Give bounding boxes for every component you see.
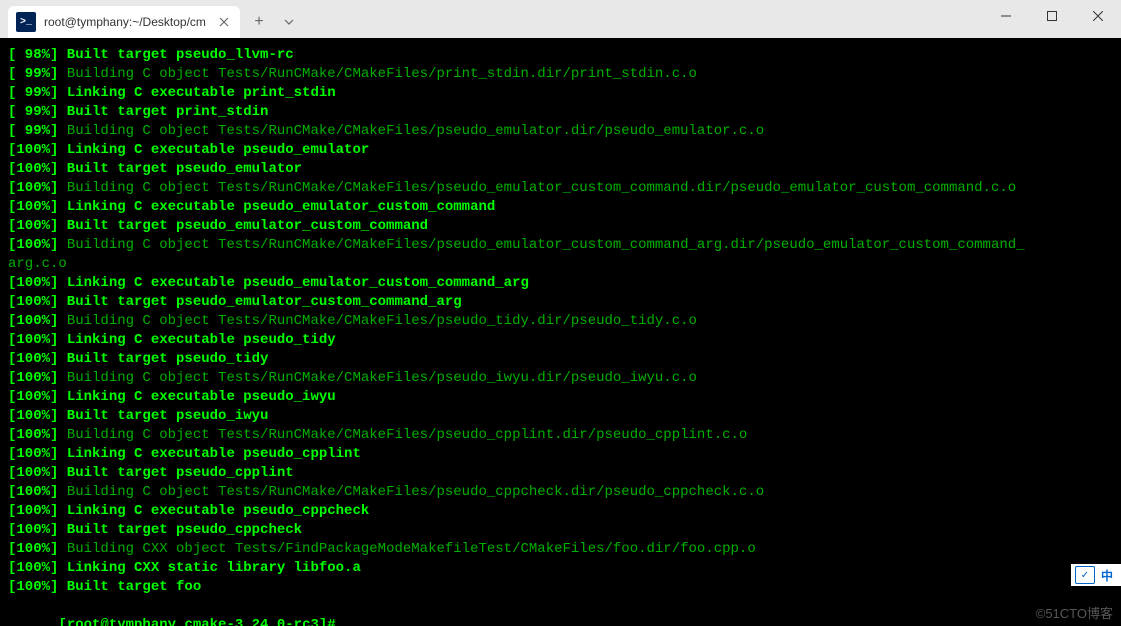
terminal-line: [ 99%] Linking C executable print_stdin bbox=[8, 84, 1113, 103]
minimize-button[interactable] bbox=[983, 0, 1029, 32]
terminal-line: [100%] Built target pseudo_cpplint bbox=[8, 464, 1113, 483]
terminal-line: [100%] Built target pseudo_emulator_cust… bbox=[8, 293, 1113, 312]
terminal-output: [ 98%] Built target pseudo_llvm-rc[ 99%]… bbox=[8, 46, 1113, 597]
terminal-line: [100%] Building C object Tests/RunCMake/… bbox=[8, 483, 1113, 502]
close-tab-button[interactable] bbox=[216, 14, 232, 30]
terminal-line: [100%] Built target pseudo_emulator_cust… bbox=[8, 217, 1113, 236]
terminal-line: [100%] Linking C executable pseudo_emula… bbox=[8, 141, 1113, 160]
terminal-line: [100%] Built target pseudo_iwyu bbox=[8, 407, 1113, 426]
prompt-path: cmake-3.24.0-rc3 bbox=[176, 617, 319, 626]
terminal-line: arg.c.o bbox=[8, 255, 1113, 274]
prompt-line: [root@tymphany cmake-3.24.0-rc3]# bbox=[8, 597, 1113, 626]
terminal-line: [100%] Built target pseudo_emulator bbox=[8, 160, 1113, 179]
ime-char-indicator: 中 bbox=[1097, 566, 1117, 584]
new-tab-button[interactable]: + bbox=[244, 6, 274, 38]
terminal-line: [100%] Linking C executable pseudo_iwyu bbox=[8, 388, 1113, 407]
terminal-line: [100%] Building C object Tests/RunCMake/… bbox=[8, 312, 1113, 331]
terminal-line: [100%] Building C object Tests/RunCMake/… bbox=[8, 179, 1113, 198]
terminal-window: >_ root@tymphany:~/Desktop/cm + [ 98%] B… bbox=[0, 0, 1121, 626]
terminal-line: [100%] Building C object Tests/RunCMake/… bbox=[8, 236, 1113, 255]
terminal-line: [100%] Building CXX object Tests/FindPac… bbox=[8, 540, 1113, 559]
terminal-line: [100%] Linking C executable pseudo_cppli… bbox=[8, 445, 1113, 464]
prompt-user-host: [root@tymphany bbox=[58, 617, 176, 626]
terminal-line: [100%] Linking C executable pseudo_emula… bbox=[8, 274, 1113, 293]
watermark: ©51CTO博客 bbox=[1036, 603, 1113, 622]
terminal-line: [100%] Building C object Tests/RunCMake/… bbox=[8, 426, 1113, 445]
terminal-line: [100%] Built target pseudo_cppcheck bbox=[8, 521, 1113, 540]
tab-title: root@tymphany:~/Desktop/cm bbox=[44, 15, 208, 29]
close-window-button[interactable] bbox=[1075, 0, 1121, 32]
title-bar: >_ root@tymphany:~/Desktop/cm + bbox=[0, 0, 1121, 38]
tab-active[interactable]: >_ root@tymphany:~/Desktop/cm bbox=[8, 6, 240, 38]
terminal-line: [100%] Built target pseudo_tidy bbox=[8, 350, 1113, 369]
terminal-line: [100%] Built target foo bbox=[8, 578, 1113, 597]
powershell-icon: >_ bbox=[16, 12, 36, 32]
prompt-end: ]# bbox=[319, 617, 336, 626]
terminal-line: [100%] Linking C executable pseudo_tidy bbox=[8, 331, 1113, 350]
window-controls bbox=[983, 0, 1121, 32]
terminal-content[interactable]: [ 98%] Built target pseudo_llvm-rc[ 99%]… bbox=[0, 38, 1121, 626]
terminal-line: [100%] Linking CXX static library libfoo… bbox=[8, 559, 1113, 578]
terminal-line: [ 99%] Building C object Tests/RunCMake/… bbox=[8, 122, 1113, 141]
ime-indicator[interactable]: ✓ 中 bbox=[1071, 564, 1121, 586]
maximize-button[interactable] bbox=[1029, 0, 1075, 32]
terminal-line: [ 99%] Built target print_stdin bbox=[8, 103, 1113, 122]
ime-check-icon: ✓ bbox=[1075, 566, 1095, 584]
terminal-line: [ 99%] Building C object Tests/RunCMake/… bbox=[8, 65, 1113, 84]
terminal-line: [ 98%] Built target pseudo_llvm-rc bbox=[8, 46, 1113, 65]
terminal-line: [100%] Linking C executable pseudo_cppch… bbox=[8, 502, 1113, 521]
terminal-line: [100%] Linking C executable pseudo_emula… bbox=[8, 198, 1113, 217]
tab-dropdown-button[interactable] bbox=[274, 6, 304, 38]
terminal-line: [100%] Building C object Tests/RunCMake/… bbox=[8, 369, 1113, 388]
